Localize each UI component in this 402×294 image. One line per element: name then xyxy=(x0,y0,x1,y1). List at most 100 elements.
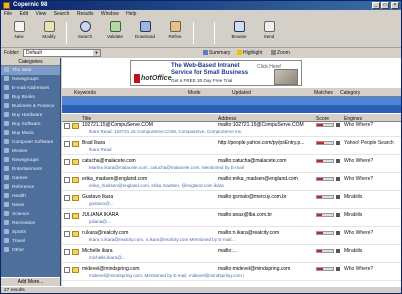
result-address[interactable]: mailto:102721.15@CompuServe.COM xyxy=(218,122,313,128)
games-icon xyxy=(4,175,9,180)
result-address[interactable]: mailto:anax@lba.com.br xyxy=(218,212,313,218)
zoom-icon xyxy=(271,50,276,55)
new-button[interactable]: New xyxy=(5,21,33,45)
result-checkbox[interactable] xyxy=(64,213,70,219)
folder-select[interactable]: Default ▼ xyxy=(23,49,101,57)
result-row[interactable]: JULIANA IKARA juliana@... mailto:anax@lba.… xyxy=(62,212,401,227)
send-button[interactable]: Send xyxy=(255,21,283,45)
menu-view[interactable]: View xyxy=(32,10,49,17)
column-category[interactable]: Category xyxy=(340,90,360,96)
result-row[interactable]: n.ikara@realcity.com Ikara n.ikara@realci… xyxy=(62,230,401,245)
toolbar-separator xyxy=(214,22,215,44)
result-title[interactable]: JULIANA IKARA xyxy=(82,212,119,218)
result-row[interactable]: erika_madsen@england.com erika_madsen@eng… xyxy=(62,176,401,191)
result-checkbox[interactable] xyxy=(64,231,70,237)
news-icon xyxy=(4,202,9,207)
column-updated[interactable]: Updated xyxy=(232,90,251,96)
result-title[interactable]: 102721.15@CompuServe.COM xyxy=(82,122,153,128)
result-title[interactable]: Brad Ikara xyxy=(82,140,105,146)
result-title[interactable]: Michelle ikara xyxy=(82,248,113,254)
category-item[interactable]: Computer Software xyxy=(1,138,60,147)
category-item[interactable]: News xyxy=(1,201,60,210)
category-item[interactable]: Science xyxy=(1,210,60,219)
column-keywords[interactable]: Keywords xyxy=(74,90,96,96)
category-item[interactable]: Business & Finance xyxy=(1,102,60,111)
result-row[interactable]: midevel@mindspring.com midevel@mindspring… xyxy=(62,266,401,281)
result-checkbox[interactable] xyxy=(64,177,70,183)
category-item[interactable]: The Web xyxy=(1,66,60,75)
minimize-icon[interactable]: _ xyxy=(372,2,380,9)
category-item[interactable]: E-mail Addresses xyxy=(1,84,60,93)
zoom-button[interactable]: Zoom xyxy=(269,49,292,57)
keywords-column-header: Keywords Mode Updated Matches Category xyxy=(62,88,401,97)
category-item[interactable]: Buy Music xyxy=(1,129,60,138)
result-address[interactable]: mailto:... xyxy=(218,248,313,254)
result-title[interactable]: Gustavo Ikara xyxy=(82,194,113,200)
ad-banner[interactable]: The Web-Based Intranet Service for Small… xyxy=(130,60,302,86)
maximize-icon[interactable]: □ xyxy=(381,2,389,9)
menu-results[interactable]: Results xyxy=(74,10,97,17)
score-marker-icon xyxy=(336,159,340,163)
result-row[interactable]: Brad Ikara Ikara Read http://people.yahoo.… xyxy=(62,140,401,155)
result-address[interactable]: http://people.yahoo.com/py/psEntry.p... xyxy=(218,140,313,146)
menu-window[interactable]: Window xyxy=(98,10,122,17)
column-mode[interactable]: Mode xyxy=(188,90,201,96)
category-item[interactable]: Reference xyxy=(1,183,60,192)
category-item[interactable]: Games xyxy=(1,174,60,183)
result-title[interactable]: n.ikara@realcity.com xyxy=(82,230,128,236)
category-item[interactable]: Movies xyxy=(1,147,60,156)
search-button[interactable]: Search xyxy=(71,21,99,45)
result-checkbox[interactable] xyxy=(64,267,70,273)
result-address[interactable]: mailto:gcmalo@mercuy.com.br xyxy=(218,194,313,200)
menu-edit[interactable]: Edit xyxy=(16,10,31,17)
menu-file[interactable]: File xyxy=(1,10,15,17)
download-button[interactable]: Download xyxy=(131,21,159,45)
modify-button[interactable]: Modify xyxy=(35,21,63,45)
result-checkbox[interactable] xyxy=(64,195,70,201)
result-engines: Mirabilis xyxy=(344,194,363,200)
category-item[interactable]: Buy Hardware xyxy=(1,111,60,120)
result-address[interactable]: mailto:catucha@malacete.com xyxy=(218,158,313,164)
result-row[interactable]: Gustavo Ikara gustavo@... mailto:gcmalo@me… xyxy=(62,194,401,209)
category-item[interactable]: Sports xyxy=(1,228,60,237)
add-more-button[interactable]: Add More... xyxy=(1,277,60,286)
result-address[interactable]: mailto:midevel@mindspring.com xyxy=(218,266,313,272)
menu-help[interactable]: Help xyxy=(123,10,139,17)
summary-button[interactable]: Summary xyxy=(201,49,232,57)
category-item[interactable]: Buy Books xyxy=(1,93,60,102)
chevron-down-icon[interactable]: ▼ xyxy=(93,50,100,56)
category-item[interactable]: Newsgroups xyxy=(1,156,60,165)
newsgroups-icon xyxy=(4,157,9,162)
result-address[interactable]: mailto:erika_madsen@england.com xyxy=(218,176,313,182)
computer-icon xyxy=(4,139,9,144)
validate-button[interactable]: Validate xyxy=(101,21,129,45)
result-title[interactable]: midevel@mindspring.com xyxy=(82,266,140,272)
search-row-selected[interactable] xyxy=(62,97,401,113)
category-item[interactable]: Buy Software xyxy=(1,120,60,129)
category-item[interactable]: Health xyxy=(1,192,60,201)
result-row[interactable]: 102721.15@CompuServe.COM Ikara Read: 1027… xyxy=(62,122,401,137)
result-address[interactable]: mailto:n.ikara@realcity.com xyxy=(218,230,313,236)
score-fill xyxy=(317,214,322,216)
close-icon[interactable]: × xyxy=(391,2,399,9)
result-checkbox[interactable] xyxy=(64,249,70,255)
category-item[interactable]: Travel xyxy=(1,237,60,246)
refine-button[interactable]: Refine xyxy=(161,21,189,45)
column-matches[interactable]: Matches xyxy=(314,90,333,96)
result-checkbox[interactable] xyxy=(64,159,70,165)
result-row[interactable]: catucha@malacete.com Marina ikara@malacet… xyxy=(62,158,401,173)
result-title[interactable]: catucha@malacete.com xyxy=(82,158,136,164)
result-row[interactable]: Michelle ikara michelle.ikara@... mailto:.… xyxy=(62,248,401,263)
category-item[interactable]: Other xyxy=(1,246,60,255)
menu-search[interactable]: Search xyxy=(51,10,73,17)
result-checkbox[interactable] xyxy=(64,123,70,129)
highlight-button[interactable]: Highlight xyxy=(235,49,264,57)
browse-button[interactable]: Browse xyxy=(225,21,253,45)
folder-bar: Folder: Default ▼ Summary Highlight Zoom xyxy=(1,48,401,58)
category-item[interactable]: Newsgroups xyxy=(1,75,60,84)
score-marker-icon xyxy=(336,249,340,253)
category-item[interactable]: Recreation xyxy=(1,219,60,228)
result-checkbox[interactable] xyxy=(64,141,70,147)
category-item[interactable]: Entertainment xyxy=(1,165,60,174)
result-title[interactable]: erika_madsen@england.com xyxy=(82,176,147,182)
